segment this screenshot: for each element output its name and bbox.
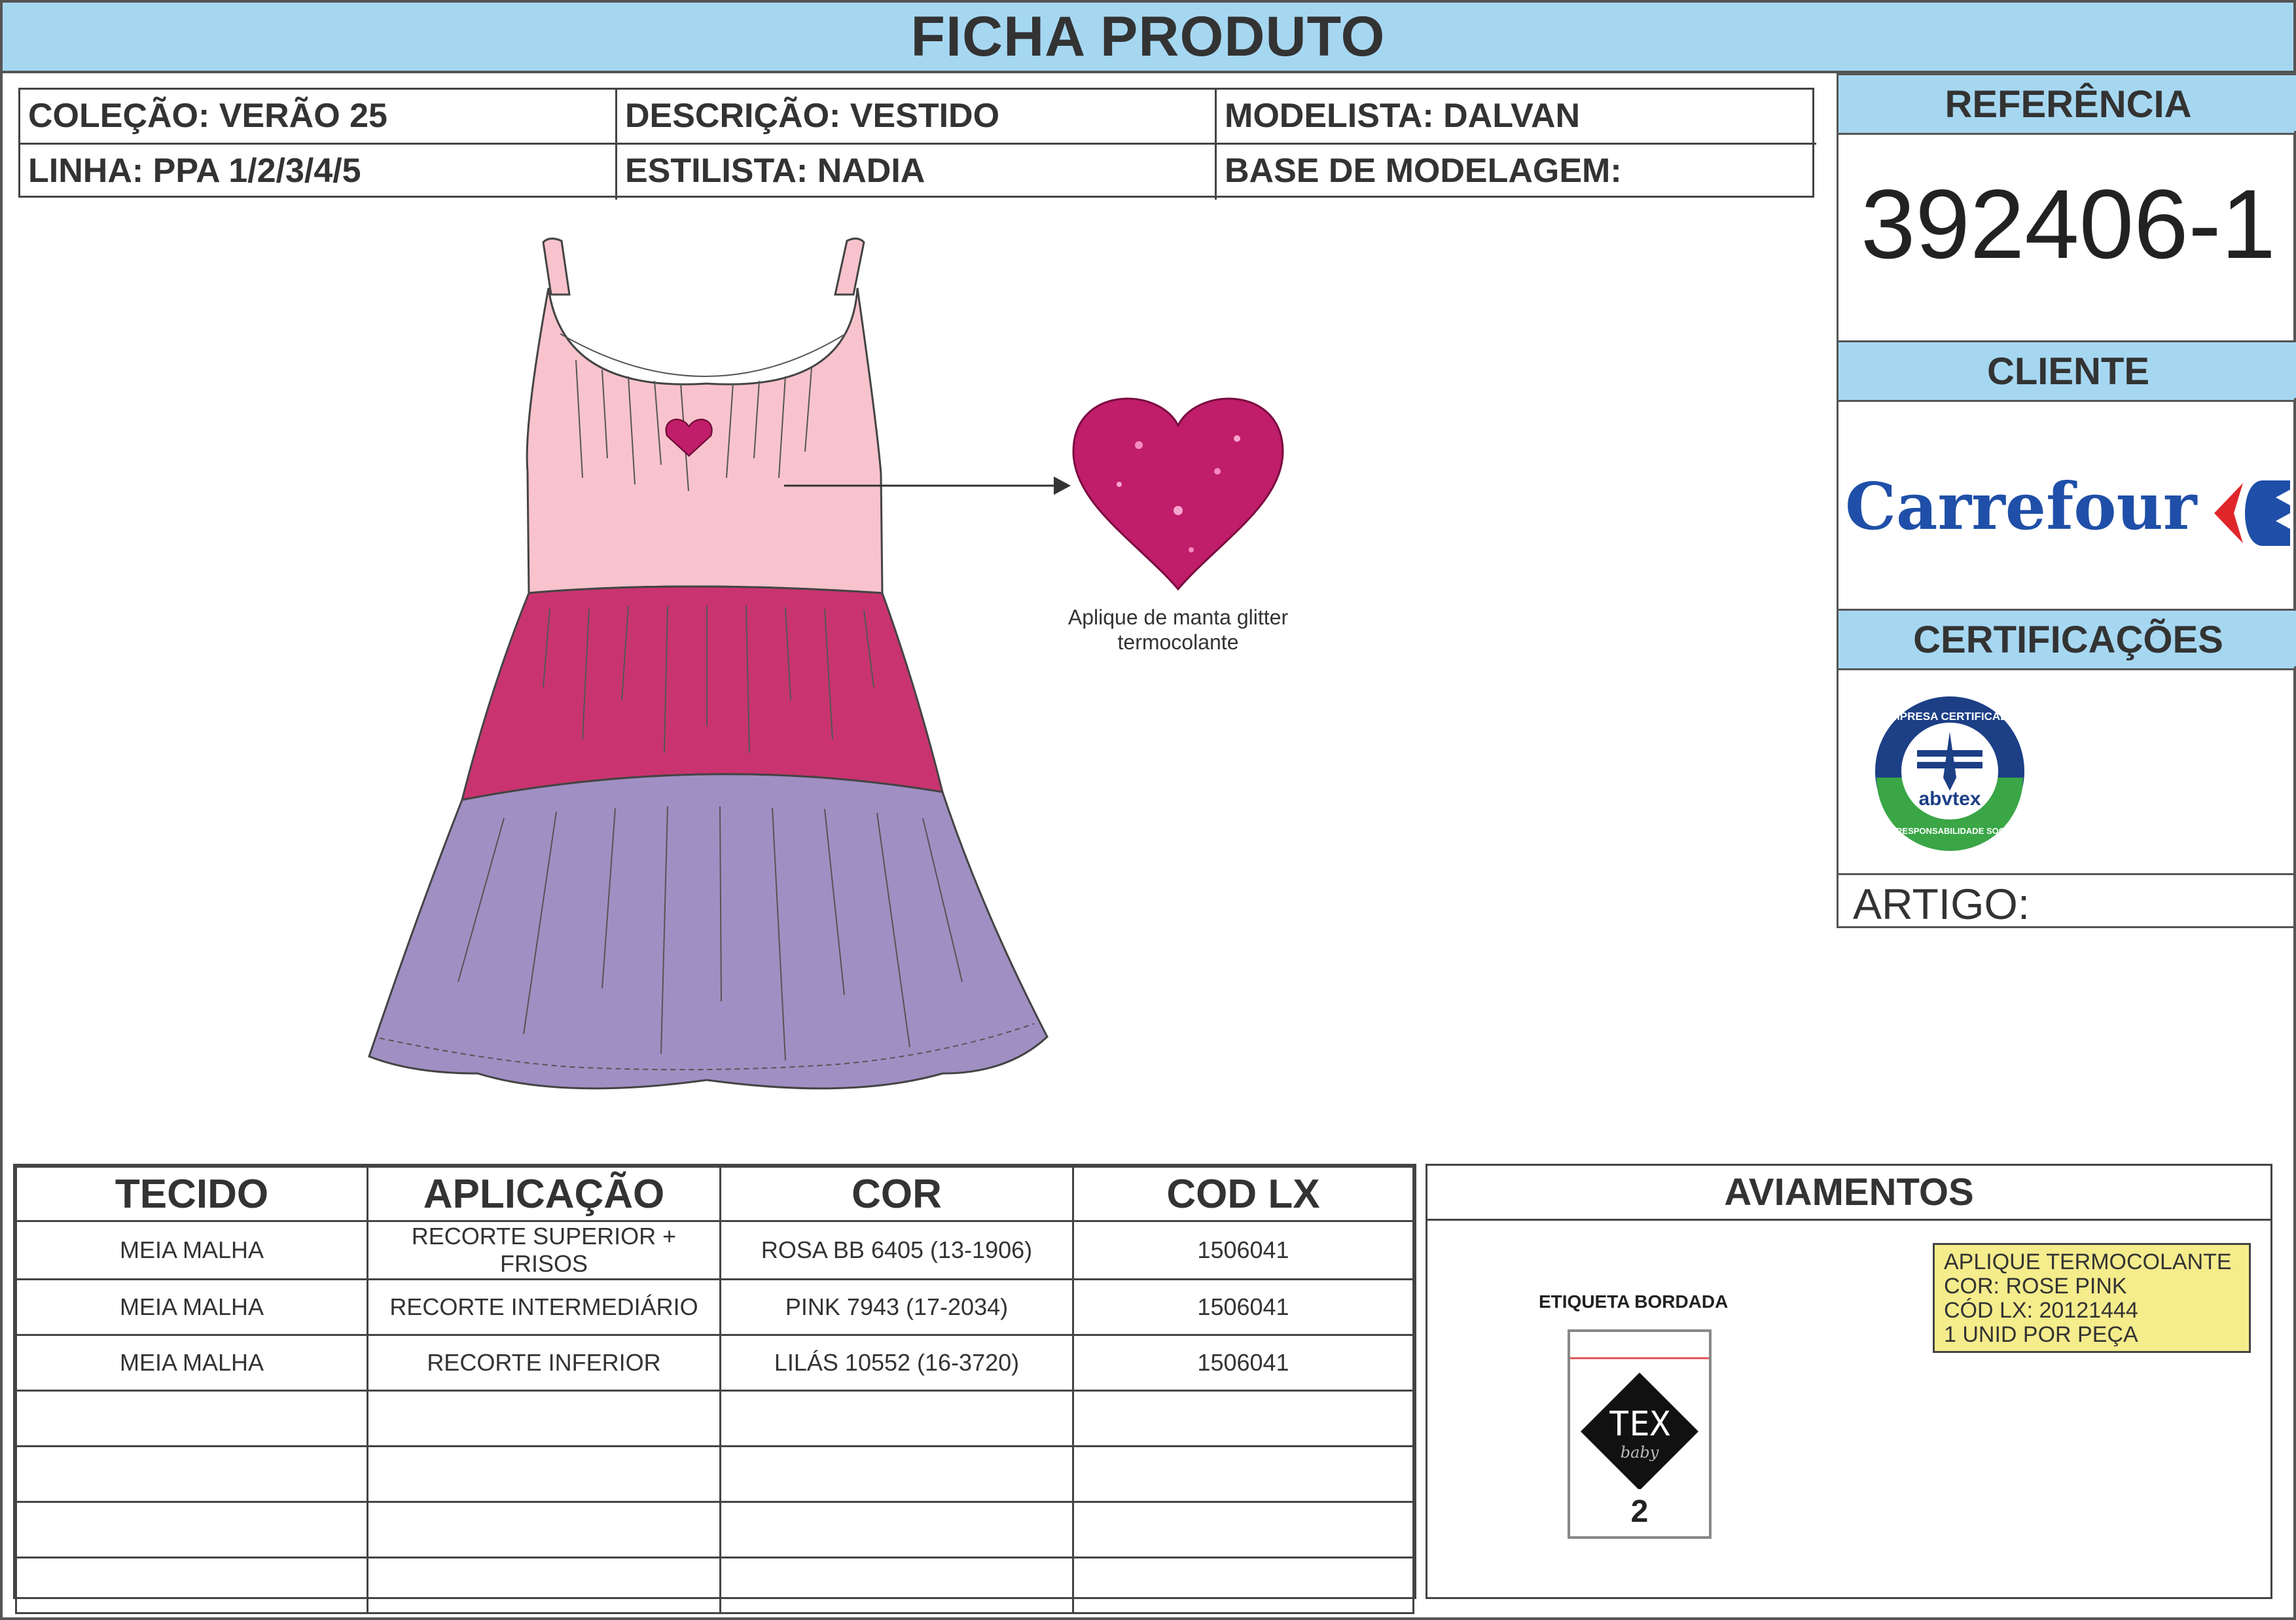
- carrefour-blue-mark: [2245, 480, 2290, 546]
- table-header-row: TECIDO APLICAÇÃO COR COD LX: [15, 1166, 1414, 1222]
- applique-caption: Aplique de manta glitter termocolante: [1067, 605, 1289, 654]
- estilista-field: ESTILISTA: NADIA: [617, 145, 1217, 200]
- abvtex-seal: abvtex EMPRESA CERTIFICADA EM RESPONSABI…: [1873, 694, 2027, 851]
- aviamentos-panel: AVIAMENTOS APLIQUE TERMOCOLANTE COR: ROS…: [1426, 1164, 2272, 1599]
- certificacoes-box: abvtex EMPRESA CERTIFICADA EM RESPONSABI…: [1837, 666, 2296, 878]
- referencia-value: 392406-1: [1861, 169, 2276, 279]
- table-row: MEIA MALHA RECORTE INTERMEDIÁRIO PINK 794…: [15, 1278, 1414, 1336]
- referencia-header: REFERÊNCIA: [1837, 73, 2296, 135]
- header-cor: COR: [719, 1166, 1074, 1222]
- carrefour-wordmark: Carrefour: [1845, 469, 2198, 545]
- cert-top-text: EMPRESA CERTIFICADA: [1883, 710, 2016, 723]
- colecao-field: COLEÇÃO: VERÃO 25: [20, 90, 617, 145]
- linha-field: LINHA: PPA 1/2/3/4/5: [20, 145, 617, 200]
- referencia-box: 392406-1: [1837, 131, 2296, 340]
- cliente-box: Carrefour: [1837, 398, 2296, 609]
- dress-bottom-panel: [368, 773, 1049, 1090]
- glitter-heart-icon: [1072, 397, 1284, 591]
- info-grid: COLEÇÃO: VERÃO 25 DESCRIÇÃO: VESTIDO MOD…: [18, 88, 1816, 200]
- header-cod-lx: COD LX: [1072, 1166, 1414, 1222]
- label-size: 2: [1630, 1494, 1649, 1529]
- descricao-field: DESCRIÇÃO: VESTIDO: [617, 90, 1217, 145]
- aplique-note: APLIQUE TERMOCOLANTE COR: ROSE PINK CÓD …: [1933, 1243, 2251, 1353]
- base-modelagem-field: BASE DE MODELAGEM:: [1225, 152, 1622, 190]
- certificacoes-header: CERTIFICAÇÕES: [1837, 609, 2296, 670]
- table-row: MEIA MALHA RECORTE SUPERIOR + FRISOS ROSA…: [15, 1220, 1414, 1280]
- dress-middle-panel: [460, 585, 944, 801]
- carrefour-red-chevron: [2214, 483, 2243, 543]
- label-sub: baby: [1621, 1443, 1659, 1462]
- materials-table: TECIDO APLICAÇÃO COR COD LX MEIA MALHA RE…: [13, 1164, 1416, 1614]
- table-row: [15, 1501, 1414, 1558]
- cliente-header: CLIENTE: [1837, 340, 2296, 402]
- etiqueta-caption: ETIQUETA BORDADA: [1539, 1291, 1729, 1312]
- modelista-field: MODELISTA: DALVAN: [1217, 90, 1816, 145]
- svg-text:abvtex: abvtex: [1918, 788, 1981, 810]
- cert-bottom-text: EM RESPONSABILIDADE SOCIAL: [1881, 826, 2018, 836]
- carrefour-logo: Carrefour: [1845, 469, 2290, 546]
- tex-baby-logo: TEX baby: [1570, 1357, 1709, 1489]
- right-strap: [834, 238, 865, 296]
- title-bar: FICHA PRODUTO: [0, 0, 2296, 73]
- table-row: [15, 1390, 1414, 1447]
- artigo-label: ARTIGO:: [1853, 880, 2030, 928]
- etiqueta-bordada: TEX baby 2: [1568, 1329, 1712, 1539]
- dress-illustration: [368, 238, 1071, 1090]
- page-title: FICHA PRODUTO: [910, 5, 1386, 68]
- header-aplicacao: APLICAÇÃO: [367, 1166, 721, 1222]
- table-row: [15, 1445, 1414, 1503]
- artigo-box: ARTIGO:: [1837, 873, 2296, 928]
- label-brand: TEX: [1609, 1405, 1670, 1444]
- aviamentos-title: AVIAMENTOS: [1427, 1166, 2270, 1221]
- table-row: [15, 1557, 1414, 1614]
- table-row: MEIA MALHA RECORTE INFERIOR LILÁS 10552 (…: [15, 1334, 1414, 1392]
- left-strap: [542, 238, 571, 296]
- header-tecido: TECIDO: [15, 1166, 368, 1222]
